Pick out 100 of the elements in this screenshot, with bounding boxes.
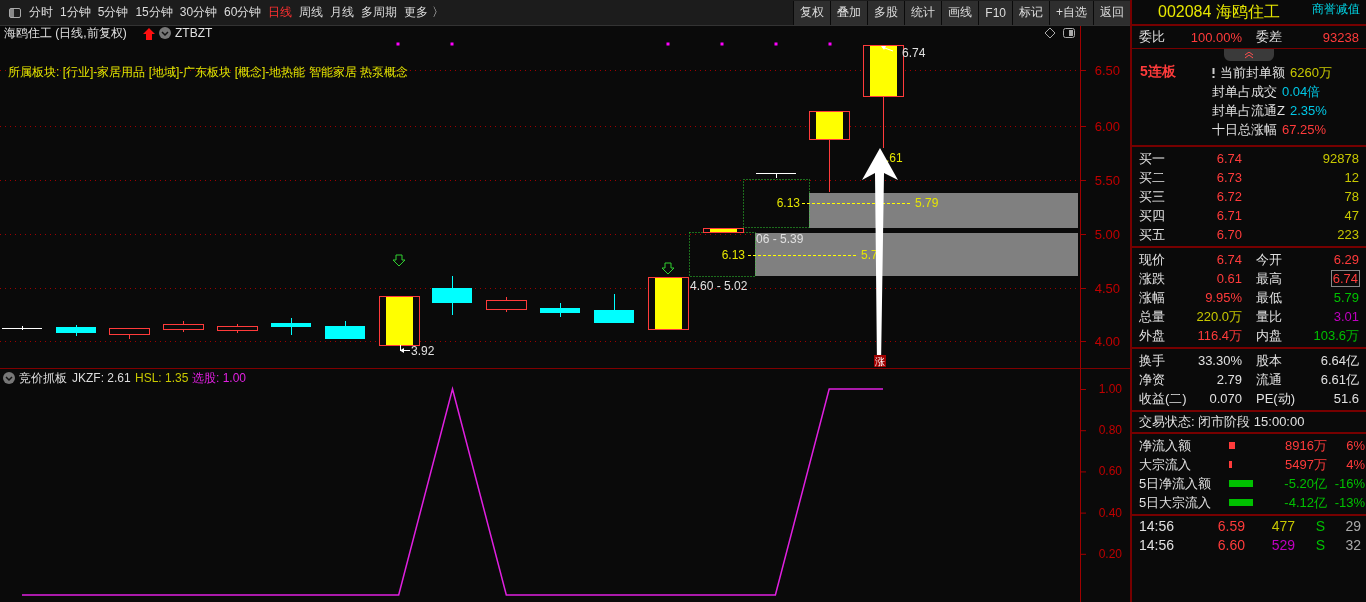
field-label: 内盘 [1256, 326, 1283, 345]
field-label: 封单占成交 [1212, 82, 1277, 101]
price-annotation: 6.13 [721, 248, 745, 262]
toolbar-button[interactable]: 画线 [941, 0, 979, 25]
formula-name: ZTBZT [175, 26, 213, 40]
field-value: 51.6 [1332, 391, 1359, 406]
trade-time: 14:56 [1139, 517, 1176, 534]
period-tab[interactable]: 15分钟 [135, 4, 178, 21]
field-label: 净流入额 [1139, 436, 1192, 455]
limit-marker: 涨 [874, 355, 886, 367]
field-label: 股本 [1256, 351, 1283, 370]
collapse-icon[interactable] [3, 372, 15, 384]
field-label: 今开 [1256, 250, 1283, 269]
field-label: 封单占流通Z [1212, 101, 1285, 120]
period-tab[interactable]: 30分钟 [179, 4, 223, 21]
candlestick [432, 275, 472, 316]
field-label: 买三 [1139, 187, 1166, 206]
bid-volume: 78 [1343, 189, 1359, 204]
candlestick [1, 325, 43, 331]
diamond-icon[interactable] [1044, 27, 1056, 39]
collapse-icon[interactable] [159, 27, 171, 39]
streak-label: 5连板 [1139, 62, 1176, 79]
field-label: 买二 [1139, 168, 1166, 187]
candlestick [540, 302, 580, 318]
field-label: 5日大宗流入 [1139, 493, 1213, 512]
expand-button[interactable] [1224, 49, 1274, 61]
candlestick [325, 320, 365, 340]
period-tab[interactable]: 更多 〉 [404, 4, 449, 21]
trade-status: 交易状态: 闭市阶段 15:00:00 [1139, 413, 1305, 431]
indicator-name: 竞价抓板 [19, 371, 67, 385]
field-value: 6.61亿 [1319, 370, 1359, 389]
field-value: 0.070 [1208, 391, 1242, 406]
flow-percent: -13% [1333, 495, 1365, 510]
bid-price: 6.72 [1215, 189, 1242, 204]
period-tab[interactable]: 1分钟 [60, 4, 96, 21]
price-axis-label: 4.00 [1094, 334, 1120, 349]
field-value: 67.25% [1282, 122, 1327, 137]
period-tab[interactable]: 日线 [268, 4, 298, 21]
period-tab[interactable]: 月线 [330, 4, 360, 21]
field-label: 涨幅 [1139, 288, 1166, 307]
toolbar-button[interactable]: 多股 [867, 0, 905, 25]
field-label: 委差 [1256, 28, 1283, 46]
panel-toggle-icon[interactable] [9, 7, 21, 18]
candlestick [703, 227, 744, 233]
toolbar-button[interactable]: +自选 [1049, 0, 1093, 25]
bid-price: 6.74 [1215, 151, 1242, 166]
field-label: 现价 [1139, 250, 1166, 269]
toolbar-button[interactable]: F10 [978, 0, 1012, 25]
field-label: 总量 [1139, 307, 1166, 326]
field-label: 买一 [1139, 149, 1166, 168]
candlestick [648, 276, 689, 330]
field-label: 委比 [1139, 28, 1166, 46]
axis-label: 0.80 [1098, 423, 1122, 438]
field-value: 6.74 [1331, 271, 1359, 286]
period-tab[interactable]: 60分钟 [224, 4, 267, 21]
toolbar-button[interactable]: 复权 [793, 0, 831, 25]
candlestick [109, 327, 150, 340]
bid-volume: 223 [1336, 227, 1359, 242]
candlestick [379, 295, 420, 346]
tag-label: 商誉减值 [1312, 1, 1360, 18]
field-label: 最高 [1256, 269, 1283, 288]
bid-volume: 92878 [1321, 151, 1359, 166]
sector-info: 所属板块: [行业]-家居用品 [地域]-广东板块 [概念]-地热能 智能家居 热泵概念 [8, 65, 408, 79]
field-label: 十日总涨幅 [1212, 120, 1277, 139]
axis-label: 0.40 [1098, 505, 1122, 520]
toolbar-button[interactable]: 统计 [904, 0, 942, 25]
flow-amount: -4.12亿 [1283, 493, 1327, 512]
trade-side: S [1314, 536, 1325, 553]
field-label: 量比 [1256, 307, 1283, 326]
up-arrow-icon [143, 28, 155, 40]
period-tab[interactable]: 分时 [29, 4, 58, 21]
field-value: 93238 [1321, 29, 1359, 45]
toolbar-button[interactable]: 返回 [1093, 0, 1130, 25]
price-axis-label: 6.00 [1094, 119, 1120, 134]
range-box [743, 179, 810, 228]
bid-price: 6.71 [1215, 208, 1242, 223]
period-tab[interactable]: 多周期 [361, 4, 403, 21]
field-label: 当前封单额 [1220, 63, 1285, 82]
field-label: 大宗流入 [1139, 455, 1192, 474]
field-label: 最低 [1256, 288, 1283, 307]
bid-volume: 12 [1343, 170, 1359, 185]
price-annotation: 5.79 [915, 196, 939, 210]
candlestick [56, 324, 96, 337]
field-label: 5日净流入额 [1139, 474, 1213, 493]
alert-icon [1212, 67, 1215, 78]
field-label: 换手 [1139, 351, 1166, 370]
period-tab[interactable]: 5分钟 [97, 4, 134, 21]
flow-amount: 8916万 [1284, 436, 1327, 455]
bid-price: 6.73 [1215, 170, 1242, 185]
caret-icon [1244, 51, 1254, 59]
panel-icon[interactable] [1063, 28, 1075, 38]
toolbar-button[interactable]: 叠加 [830, 0, 868, 25]
price-axis-label: 4.50 [1094, 281, 1120, 296]
trade-count: 32 [1344, 536, 1361, 553]
candlestick [271, 317, 311, 336]
period-tab[interactable]: 周线 [299, 4, 329, 21]
price-axis-label: 5.50 [1094, 173, 1120, 188]
toolbar-button[interactable]: 标记 [1012, 0, 1049, 25]
trade-side: S [1314, 517, 1325, 534]
axis-label: 0.20 [1098, 546, 1122, 561]
